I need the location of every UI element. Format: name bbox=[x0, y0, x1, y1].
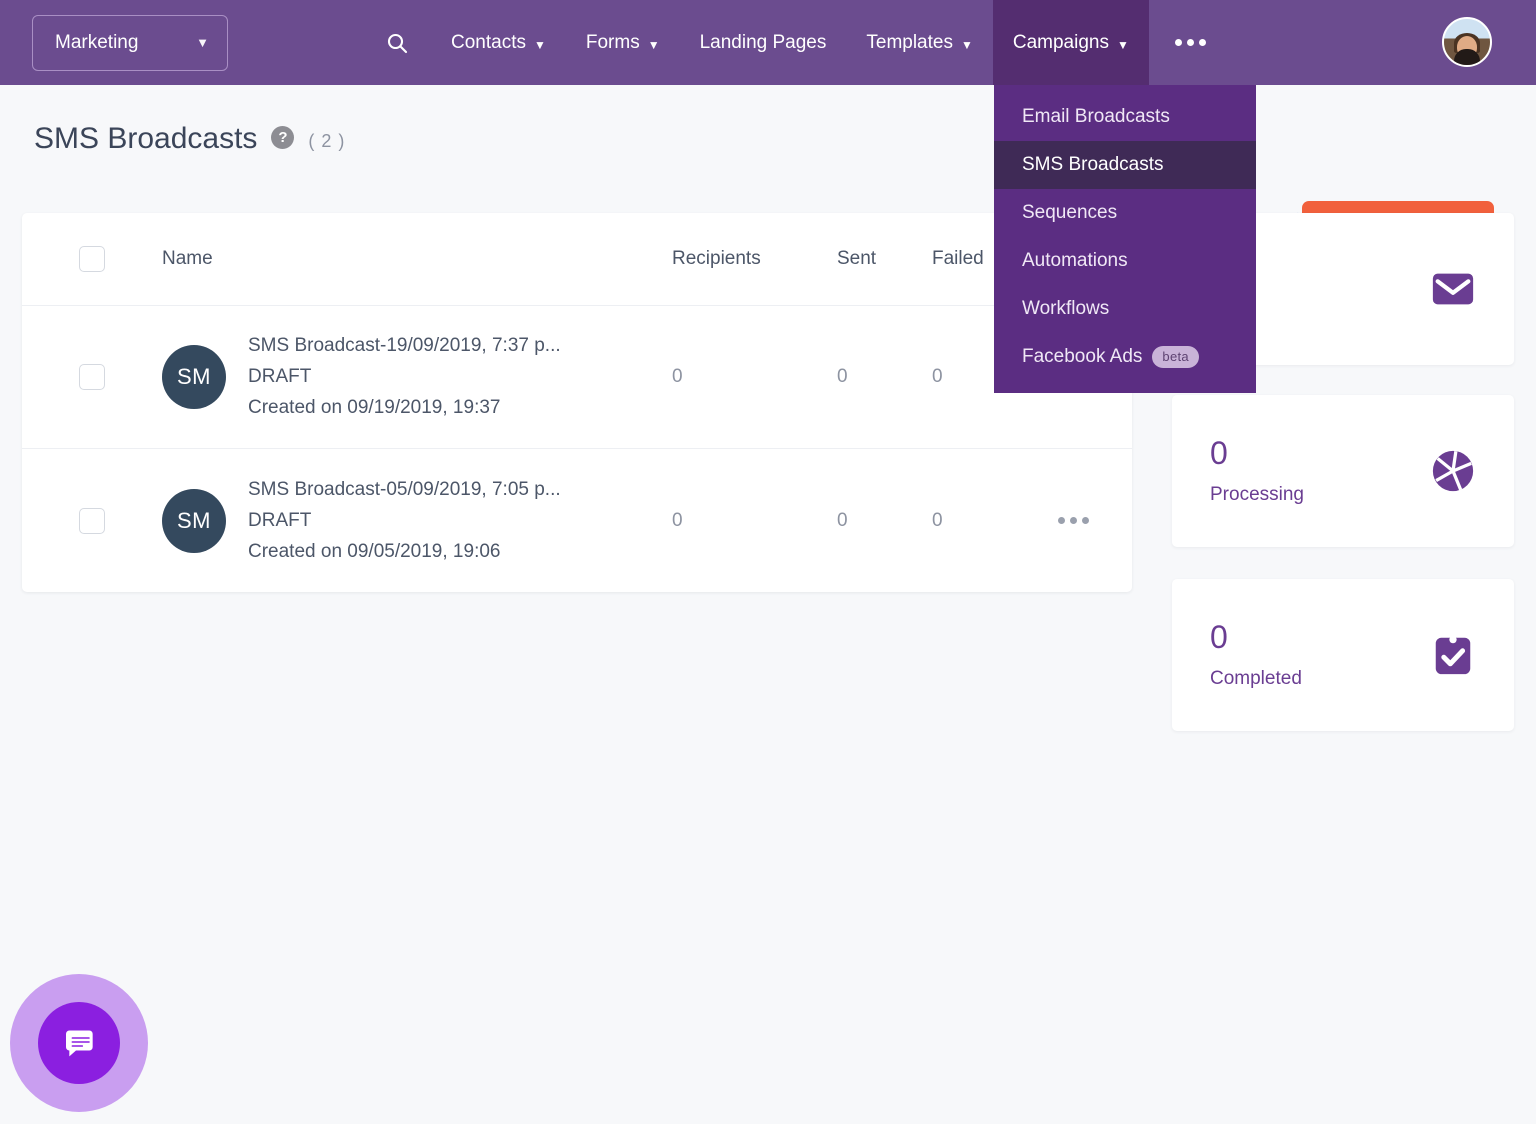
dropdown-item-label: SMS Broadcasts bbox=[1022, 154, 1164, 175]
nav-item-templates[interactable]: Templates ▼ bbox=[846, 0, 993, 85]
row-status: DRAFT bbox=[248, 509, 312, 531]
row-checkbox[interactable] bbox=[79, 507, 105, 534]
row-actions-menu-icon[interactable] bbox=[1058, 517, 1089, 524]
stat-value: 0 bbox=[1210, 619, 1228, 656]
nav-item-label: Campaigns bbox=[1012, 31, 1109, 53]
stat-label: Completed bbox=[1210, 667, 1302, 689]
chevron-down-icon: ▼ bbox=[533, 37, 546, 52]
chevron-down-icon: ▼ bbox=[1116, 37, 1129, 52]
nav-item-campaigns[interactable]: Campaigns ▼ bbox=[992, 0, 1149, 85]
chevron-down-icon: ▼ bbox=[960, 37, 973, 52]
brand-selector[interactable]: Marketing ▼ bbox=[32, 14, 228, 71]
overflow-menu-icon[interactable] bbox=[1149, 0, 1232, 85]
aperture-icon bbox=[1430, 448, 1476, 494]
nav-item-label: Contacts bbox=[451, 31, 526, 53]
top-navigation-bar: Marketing ▼ Contacts ▼ Forms ▼ Landing P… bbox=[0, 0, 1536, 85]
table-header-row: Name Recipients Sent Failed bbox=[22, 213, 1132, 306]
nav-item-label: Landing Pages bbox=[699, 31, 827, 53]
row-recipients: 0 bbox=[672, 509, 683, 531]
dropdown-item-sms-broadcasts[interactable]: SMS Broadcasts bbox=[994, 141, 1256, 189]
nav-item-landing-pages[interactable]: Landing Pages bbox=[680, 0, 847, 85]
chevron-down-icon: ▼ bbox=[647, 37, 660, 52]
app-root: Marketing ▼ Contacts ▼ Forms ▼ Landing P… bbox=[0, 0, 1536, 1124]
row-title[interactable]: SMS Broadcast-19/09/2019, 7:37 p... bbox=[248, 335, 561, 357]
dropdown-item-workflows[interactable]: Workflows bbox=[994, 285, 1256, 333]
row-title[interactable]: SMS Broadcast-05/09/2019, 7:05 p... bbox=[248, 479, 561, 501]
chat-bubble-icon bbox=[38, 1002, 120, 1084]
column-header-recipients[interactable]: Recipients bbox=[667, 248, 837, 270]
nav-item-list: Contacts ▼ Forms ▼ Landing Pages Templat… bbox=[363, 0, 1232, 85]
dropdown-item-automations[interactable]: Automations bbox=[994, 237, 1256, 285]
nav-item-label: Forms bbox=[585, 31, 640, 53]
stat-value: 0 bbox=[1210, 435, 1228, 472]
row-status: DRAFT bbox=[248, 366, 312, 387]
table-row[interactable]: SM SMS Broadcast-05/09/2019, 7:05 p... D… bbox=[22, 449, 1132, 592]
row-failed: 0 bbox=[932, 509, 943, 531]
chevron-down-icon: ▼ bbox=[196, 35, 209, 50]
row-sent: 0 bbox=[837, 509, 848, 531]
stat-label: Processing bbox=[1210, 483, 1304, 505]
broadcasts-table: Name Recipients Sent Failed SM SMS Broad… bbox=[22, 213, 1132, 592]
row-created: Created on 09/19/2019, 19:37 bbox=[248, 397, 501, 418]
row-created: Created on 09/05/2019, 19:06 bbox=[248, 540, 501, 562]
dropdown-item-email-broadcasts[interactable]: Email Broadcasts bbox=[994, 93, 1256, 141]
clipboard-check-icon bbox=[1430, 632, 1476, 678]
stat-card-processing[interactable]: 0 Processing bbox=[1172, 395, 1514, 547]
column-header-sent[interactable]: Sent bbox=[837, 248, 932, 270]
dropdown-item-label: Email Broadcasts bbox=[1022, 106, 1170, 127]
page-header: SMS Broadcasts ? ( 2 ) Create Broadcast bbox=[0, 85, 1536, 248]
campaigns-dropdown-menu: Email Broadcasts SMS Broadcasts Sequence… bbox=[994, 85, 1256, 393]
dropdown-item-facebook-ads[interactable]: Facebook Ads beta bbox=[994, 333, 1256, 381]
dropdown-item-label: Workflows bbox=[1022, 298, 1110, 319]
chat-widget-button[interactable] bbox=[10, 974, 148, 1112]
stat-card-completed[interactable]: 0 Completed bbox=[1172, 579, 1514, 731]
row-checkbox[interactable] bbox=[79, 364, 105, 390]
help-icon[interactable]: ? bbox=[271, 125, 295, 149]
avatar[interactable] bbox=[1442, 17, 1492, 67]
row-name-cell: SM SMS Broadcast-19/09/2019, 7:37 p... D… bbox=[162, 335, 667, 419]
row-sent: 0 bbox=[837, 366, 848, 387]
table-row[interactable]: SM SMS Broadcast-19/09/2019, 7:37 p... D… bbox=[22, 306, 1132, 449]
dropdown-item-sequences[interactable]: Sequences bbox=[994, 189, 1256, 237]
beta-badge: beta bbox=[1152, 346, 1199, 368]
column-header-name[interactable]: Name bbox=[162, 248, 667, 270]
nav-item-forms[interactable]: Forms ▼ bbox=[566, 0, 680, 85]
row-avatar: SM bbox=[162, 345, 226, 409]
row-name-cell: SM SMS Broadcast-05/09/2019, 7:05 p... D… bbox=[162, 479, 667, 563]
row-avatar: SM bbox=[162, 488, 226, 553]
dropdown-item-label: Facebook Ads bbox=[1022, 346, 1143, 367]
row-recipients: 0 bbox=[672, 366, 683, 387]
envelope-icon bbox=[1430, 266, 1476, 312]
row-actions-cell bbox=[1042, 517, 1132, 524]
select-all-cell bbox=[22, 246, 162, 272]
row-select-cell bbox=[22, 364, 162, 390]
dropdown-item-label: Automations bbox=[1022, 250, 1128, 271]
page-title-group: SMS Broadcasts ? ( 2 ) bbox=[34, 122, 345, 156]
nav-item-label: Templates bbox=[866, 31, 953, 53]
dropdown-item-label: Sequences bbox=[1022, 202, 1118, 223]
brand-selector-label: Marketing bbox=[55, 31, 139, 53]
record-count: ( 2 ) bbox=[308, 130, 346, 151]
nav-item-contacts[interactable]: Contacts ▼ bbox=[431, 0, 566, 85]
page-title: SMS Broadcasts bbox=[34, 122, 258, 155]
row-select-cell bbox=[22, 507, 162, 534]
search-icon[interactable] bbox=[363, 0, 431, 85]
select-all-checkbox[interactable] bbox=[79, 246, 105, 272]
